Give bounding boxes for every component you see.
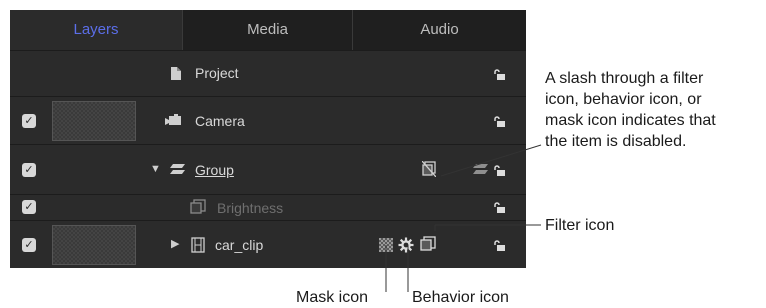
annotation-line: the item is disabled. (545, 133, 687, 150)
annotation-line: mask icon indicates that (545, 112, 716, 129)
callout-lines (385, 144, 542, 292)
mask-icon-annotation: Mask icon (296, 289, 369, 306)
behavior-icon-annotation: Behavior icon (412, 289, 509, 306)
filter-icon-annotation: Filter icon (545, 217, 615, 234)
disabled-item-annotation: A slash through a filter icon, behavior … (545, 68, 716, 152)
annotation-line: icon, behavior icon, or (545, 91, 702, 108)
annotation-line: A slash through a filter (545, 70, 704, 87)
